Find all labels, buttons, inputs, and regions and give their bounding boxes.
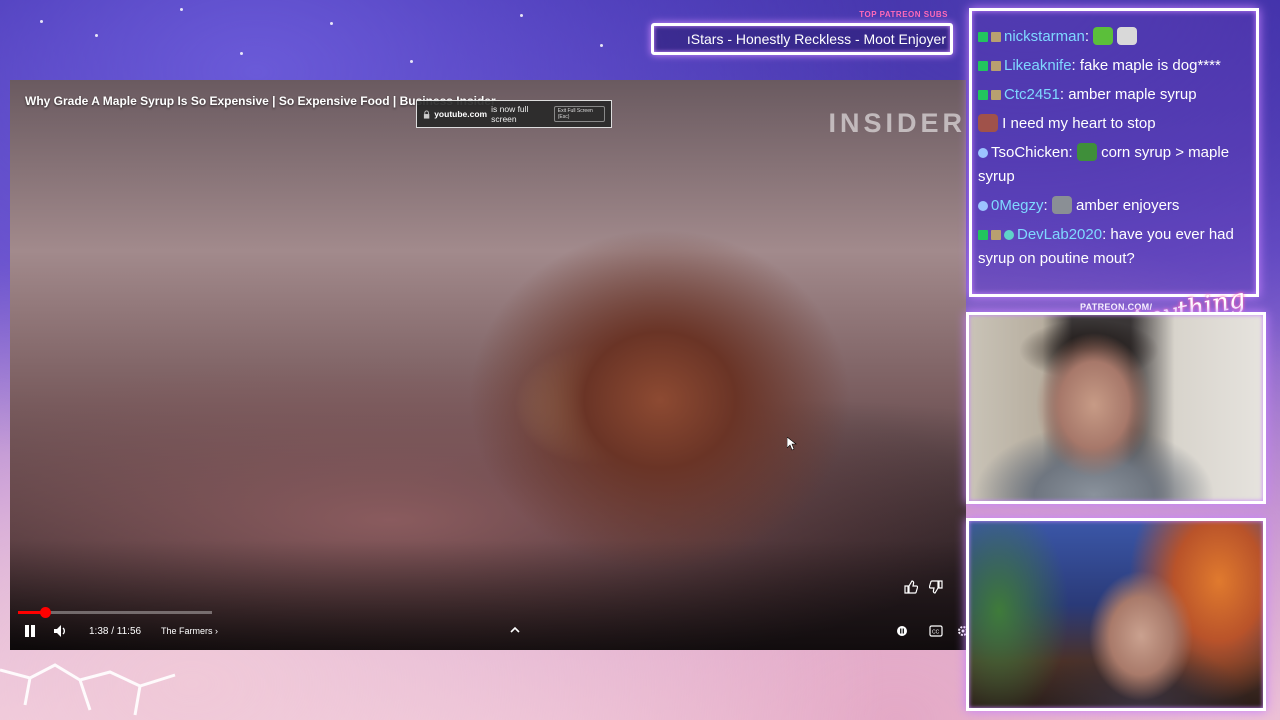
- decorative-cracks: [0, 663, 176, 716]
- chat-text: I need my heart to stop: [1002, 115, 1156, 132]
- chat-badge-icon: [978, 61, 988, 71]
- chat-username[interactable]: DevLab2020: [1017, 226, 1102, 243]
- settings-icon[interactable]: [956, 625, 966, 637]
- mouse-pointer-icon: [787, 437, 797, 451]
- video-brand-watermark: INSIDER: [828, 108, 966, 138]
- chevron-up-icon[interactable]: [509, 625, 521, 635]
- fullscreen-site: youtube.com: [434, 109, 488, 119]
- ticker-text: ıStars - Honestly Reckless - Moot Enjoye…: [686, 31, 946, 47]
- fullscreen-message: is now full screen: [491, 104, 529, 124]
- chat-badge-icon: [978, 32, 988, 42]
- chat-badge-icon: [991, 90, 1001, 100]
- chat-username[interactable]: Ctc2451: [1004, 86, 1060, 103]
- chapter-label: The Farmers: [161, 626, 213, 636]
- chat-text: amber maple syrup: [1068, 86, 1197, 103]
- background-star: [240, 52, 243, 55]
- svg-text:CC: CC: [932, 630, 940, 636]
- emote-grey-icon: [1051, 196, 1072, 214]
- chat-panel: nickstarman: Likeaknife: fake maple is d…: [969, 8, 1259, 297]
- chat-text: fake maple is dog****: [1079, 57, 1221, 74]
- chat-message: nickstarman:: [978, 25, 1250, 49]
- patreon-ticker: ıStars - Honestly Reckless - Moot Enjoye…: [651, 23, 953, 55]
- chat-badge-icon: [991, 230, 1001, 240]
- chat-message: DevLab2020: have you ever had syrup on p…: [978, 226, 1234, 267]
- progress-bar[interactable]: [18, 607, 212, 618]
- emote-face-icon: [978, 114, 998, 132]
- emote-green-icon: [1093, 27, 1114, 45]
- webcam-streamer-one: [966, 312, 1266, 504]
- chat-badge-icon: [991, 32, 1001, 42]
- background-star: [330, 22, 333, 25]
- volume-icon[interactable]: [54, 625, 68, 637]
- chat-message: 0Megzy: amber enjoyers: [978, 194, 1250, 218]
- emote-frog-icon: [1076, 143, 1097, 161]
- chevron-right-icon: ›: [215, 626, 219, 636]
- chat-text: amber enjoyers: [1076, 197, 1180, 214]
- background-star: [600, 44, 603, 47]
- chapter-button[interactable]: The Farmers ›: [161, 626, 218, 636]
- chat-message: I need my heart to stop: [978, 112, 1250, 136]
- like-icon[interactable]: [904, 580, 918, 594]
- chat-badge-icon: [978, 148, 988, 158]
- progress-scrubber[interactable]: [39, 607, 51, 618]
- pause-icon[interactable]: [24, 625, 36, 637]
- chat-message: Ctc2451: amber maple syrup: [978, 83, 1250, 107]
- background-star: [180, 8, 183, 11]
- background-star: [95, 34, 98, 37]
- patreon-label: TOP PATREON SUBS: [859, 10, 948, 19]
- chat-badge-icon: [1004, 230, 1014, 240]
- controls-gradient: [10, 540, 966, 650]
- video-player[interactable]: Why Grade A Maple Syrup Is So Expensive …: [10, 80, 966, 650]
- captions-icon[interactable]: CC: [929, 625, 943, 637]
- background-star: [40, 20, 43, 23]
- time-display: 1:38 / 11:56: [89, 626, 142, 637]
- background-star: [410, 60, 413, 63]
- chat-username[interactable]: TsoChicken: [991, 144, 1069, 161]
- chat-message: TsoChicken: corn syrup > maple syrup: [978, 143, 1230, 185]
- emote-plane-icon: [1117, 27, 1138, 45]
- webcam-streamer-two: [966, 518, 1266, 711]
- chat-username[interactable]: nickstarman: [1004, 28, 1085, 45]
- chat-badge-icon: [978, 201, 988, 211]
- chat-badge-icon: [978, 90, 988, 100]
- background-star: [520, 14, 523, 17]
- chat-username[interactable]: 0Megzy: [991, 197, 1044, 214]
- autoplay-icon[interactable]: [895, 625, 909, 637]
- chat-message: Likeaknife: fake maple is dog****: [978, 54, 1250, 78]
- chat-username[interactable]: Likeaknife: [1004, 57, 1072, 74]
- chat-badge-icon: [978, 230, 988, 240]
- lock-icon: [423, 109, 430, 119]
- dislike-icon[interactable]: [929, 580, 943, 594]
- exit-fullscreen-button[interactable]: Exit Full Screen (Esc): [553, 106, 606, 122]
- chat-badge-icon: [991, 61, 1001, 71]
- fullscreen-toast: youtube.com is now full screen Exit Full…: [416, 100, 612, 128]
